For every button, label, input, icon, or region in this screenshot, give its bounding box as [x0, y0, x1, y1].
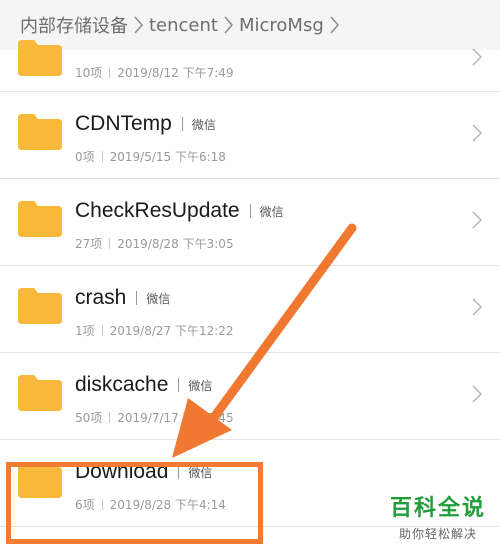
name-divider — [181, 117, 183, 131]
folder-app-tag: 微信 — [259, 204, 284, 219]
folder-name: diskcache — [75, 373, 169, 396]
folder-icon — [18, 114, 62, 150]
folder-row[interactable]: CheckResUpdate 微信 27项 2019/8/28 下午3:05 — [0, 179, 500, 266]
folder-app-tag: 微信 — [191, 117, 216, 132]
folder-title: CDNTemp 微信 — [75, 112, 216, 136]
folder-icon — [18, 201, 62, 237]
folder-icon — [18, 288, 62, 324]
watermark-logo: 百科全说 助你轻松解决 — [390, 490, 486, 542]
name-divider — [178, 465, 180, 479]
meta-divider — [101, 325, 103, 336]
folder-modified-date: 2019/7/17 下午5:45 — [117, 411, 234, 425]
folder-item-count: 0项 — [75, 150, 95, 164]
folder-row[interactable]: diskcache 微信 50项 2019/7/17 下午5:45 — [0, 353, 500, 440]
folder-icon — [18, 375, 62, 411]
folder-icon — [18, 40, 62, 76]
folder-row[interactable]: crash 微信 1项 2019/8/27 下午12:22 — [0, 266, 500, 353]
meta-divider — [109, 67, 111, 78]
folder-meta: 0项 2019/5/15 下午6:18 — [75, 148, 226, 165]
folder-meta: 6项 2019/8/28 下午4:14 — [75, 496, 226, 513]
watermark-title: 百科全说 — [389, 496, 486, 521]
folder-title: crash 微信 — [75, 286, 170, 310]
folder-modified-date: 2019/8/28 下午4:14 — [109, 498, 226, 512]
meta-divider — [109, 412, 111, 423]
watermark-subtitle: 助你轻松解决 — [398, 527, 477, 541]
folder-name: CheckResUpdate — [75, 199, 240, 222]
folder-modified-date: 2019/5/15 下午6:18 — [109, 150, 226, 164]
folder-title: Download 微信 — [75, 460, 212, 484]
folder-app-tag: 微信 — [188, 465, 213, 480]
breadcrumb-item-tencent[interactable]: tencent — [149, 15, 218, 36]
meta-divider — [101, 151, 103, 162]
folder-icon — [18, 462, 62, 498]
folder-name: CDNTemp — [75, 112, 172, 135]
folder-modified-date: 2019/8/27 下午12:22 — [109, 324, 234, 338]
folder-meta: 50项 2019/7/17 下午5:45 — [75, 409, 234, 426]
chevron-right-icon — [472, 124, 483, 146]
name-divider — [178, 378, 180, 392]
folder-title: CheckResUpdate 微信 — [75, 199, 284, 223]
meta-divider — [101, 499, 103, 510]
chevron-right-icon — [472, 211, 483, 233]
folder-name: crash — [75, 286, 127, 309]
chevron-right-icon — [472, 48, 483, 70]
folder-item-count: 1项 — [75, 324, 95, 338]
chevron-right-icon — [330, 16, 339, 34]
breadcrumb-item-micromsg[interactable]: MicroMsg — [239, 15, 324, 36]
name-divider — [136, 291, 138, 305]
folder-item-count: 50项 — [75, 411, 103, 425]
chevron-right-icon — [472, 385, 483, 407]
folder-name: Download — [75, 460, 169, 483]
folder-meta: 27项 2019/8/28 下午3:05 — [75, 235, 234, 252]
meta-divider — [109, 238, 111, 249]
folder-item-count: 6项 — [75, 498, 95, 512]
breadcrumb-item-internal-storage[interactable]: 内部存储设备 — [20, 12, 128, 38]
folder-list: 10项 2019/8/12 下午7:49 CDNTemp 微信 0项 2019/… — [0, 40, 500, 527]
chevron-right-icon — [134, 16, 143, 34]
folder-item-count: 10项 — [75, 66, 103, 80]
folder-meta: 10项 2019/8/12 下午7:49 — [75, 64, 234, 81]
folder-meta: 1项 2019/8/27 下午12:22 — [75, 322, 234, 339]
folder-modified-date: 2019/8/28 下午3:05 — [117, 237, 234, 251]
folder-title: diskcache 微信 — [75, 373, 212, 397]
name-divider — [249, 204, 251, 218]
folder-app-tag: 微信 — [188, 378, 213, 393]
breadcrumb: 内部存储设备 tencent MicroMsg — [0, 0, 500, 50]
folder-item-count: 27项 — [75, 237, 103, 251]
folder-app-tag: 微信 — [146, 291, 171, 306]
folder-modified-date: 2019/8/12 下午7:49 — [117, 66, 234, 80]
folder-row[interactable]: CDNTemp 微信 0项 2019/5/15 下午6:18 — [0, 92, 500, 179]
chevron-right-icon — [224, 16, 233, 34]
chevron-right-icon — [472, 298, 483, 320]
folder-row[interactable]: 10项 2019/8/12 下午7:49 — [0, 40, 500, 92]
